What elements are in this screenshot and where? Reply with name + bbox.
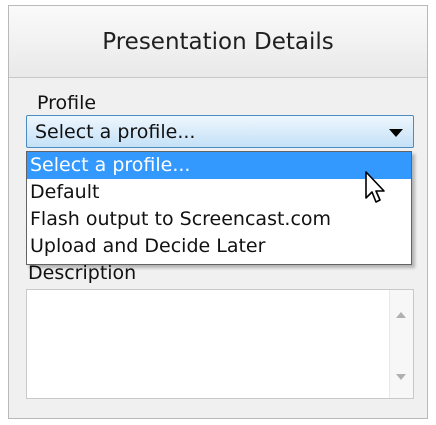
profile-select[interactable]: Select a profile... [26, 115, 414, 148]
mouse-pointer-icon [365, 171, 385, 203]
profile-option-select[interactable]: Select a profile... [27, 152, 411, 179]
profile-dropdown-list: Select a profile... Default Flash output… [26, 151, 412, 265]
panel-title: Presentation Details [9, 6, 427, 78]
profile-select-value: Select a profile... [35, 120, 196, 143]
scroll-down-arrow-icon[interactable] [396, 374, 406, 380]
description-label: Description [28, 262, 137, 284]
scroll-up-arrow-icon[interactable] [396, 312, 406, 318]
profile-option-default[interactable]: Default [27, 179, 411, 206]
profile-option-upload-decide-later[interactable]: Upload and Decide Later [27, 233, 411, 260]
profile-option-flash-screencast[interactable]: Flash output to Screencast.com [27, 206, 411, 233]
description-scrollbar[interactable] [389, 290, 413, 398]
profile-label: Profile [37, 92, 97, 114]
description-textarea[interactable] [26, 289, 414, 399]
chevron-down-icon[interactable] [389, 129, 403, 137]
